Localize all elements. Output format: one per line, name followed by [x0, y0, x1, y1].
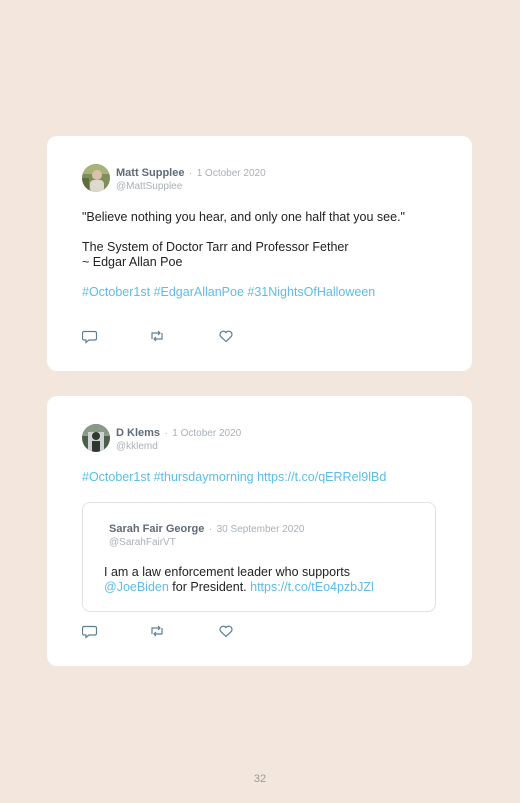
like-icon[interactable] [218, 623, 234, 639]
author-handle[interactable]: @MattSupplee [116, 180, 266, 193]
author-handle[interactable]: @kklemd [116, 440, 241, 453]
avatar[interactable] [82, 424, 110, 452]
quoted-tweet-date[interactable]: 30 September 2020 [217, 524, 305, 535]
tweet-actions [82, 623, 242, 639]
tweet-date[interactable]: 1 October 2020 [197, 168, 266, 179]
tweet-line: ~ Edgar Allan Poe [82, 255, 183, 269]
hashtags-link[interactable]: #October1st #thursdaymorning https://t.c… [82, 470, 442, 485]
quoted-text: for President. [168, 580, 251, 594]
url-link[interactable]: https://t.co/tEo4pzbJZl [250, 580, 374, 594]
quoted-text-line: I am a law enforcement leader who suppor… [104, 565, 350, 579]
quoted-tweet-text: I am a law enforcement leader who suppor… [104, 565, 415, 595]
tweet-text: "Believe nothing you hear, and only one … [82, 210, 442, 300]
page-number: 32 [253, 773, 267, 785]
retweet-icon[interactable] [149, 328, 165, 344]
mention-link[interactable]: @JoeBiden [104, 580, 169, 594]
tweet-text: #October1st #thursdaymorning https://t.c… [82, 470, 442, 485]
separator: · [164, 428, 168, 439]
tweet-card: Matt Supplee · 1 October 2020 @MattSuppl… [47, 136, 472, 371]
author-name[interactable]: D Klems [116, 427, 160, 439]
tweet-header: Matt Supplee · 1 October 2020 @MattSuppl… [116, 165, 266, 193]
tweet-date[interactable]: 1 October 2020 [172, 428, 241, 439]
hashtags-link[interactable]: #October1st #EdgarAllanPoe #31NightsOfHa… [82, 285, 442, 300]
quoted-author-name[interactable]: Sarah Fair George [109, 523, 204, 535]
quoted-tweet[interactable]: Sarah Fair George · 30 September 2020 @S… [82, 502, 436, 612]
separator: · [208, 524, 213, 535]
tweet-actions [82, 328, 242, 344]
tweet-card: D Klems · 1 October 2020 @kklemd #Octobe… [47, 396, 472, 666]
like-icon[interactable] [218, 328, 234, 344]
quoted-tweet-header: Sarah Fair George · 30 September 2020 @S… [109, 521, 304, 549]
tweet-line: "Believe nothing you hear, and only one … [82, 210, 405, 224]
tweet-line: The System of Doctor Tarr and Professor … [82, 240, 349, 254]
reply-icon[interactable] [82, 328, 98, 344]
quoted-author-handle[interactable]: @SarahFairVT [109, 536, 304, 549]
avatar[interactable] [82, 164, 110, 192]
separator: · [188, 168, 193, 179]
author-name[interactable]: Matt Supplee [116, 167, 184, 179]
retweet-icon[interactable] [149, 623, 165, 639]
tweet-header: D Klems · 1 October 2020 @kklemd [116, 425, 241, 453]
reply-icon[interactable] [82, 623, 98, 639]
